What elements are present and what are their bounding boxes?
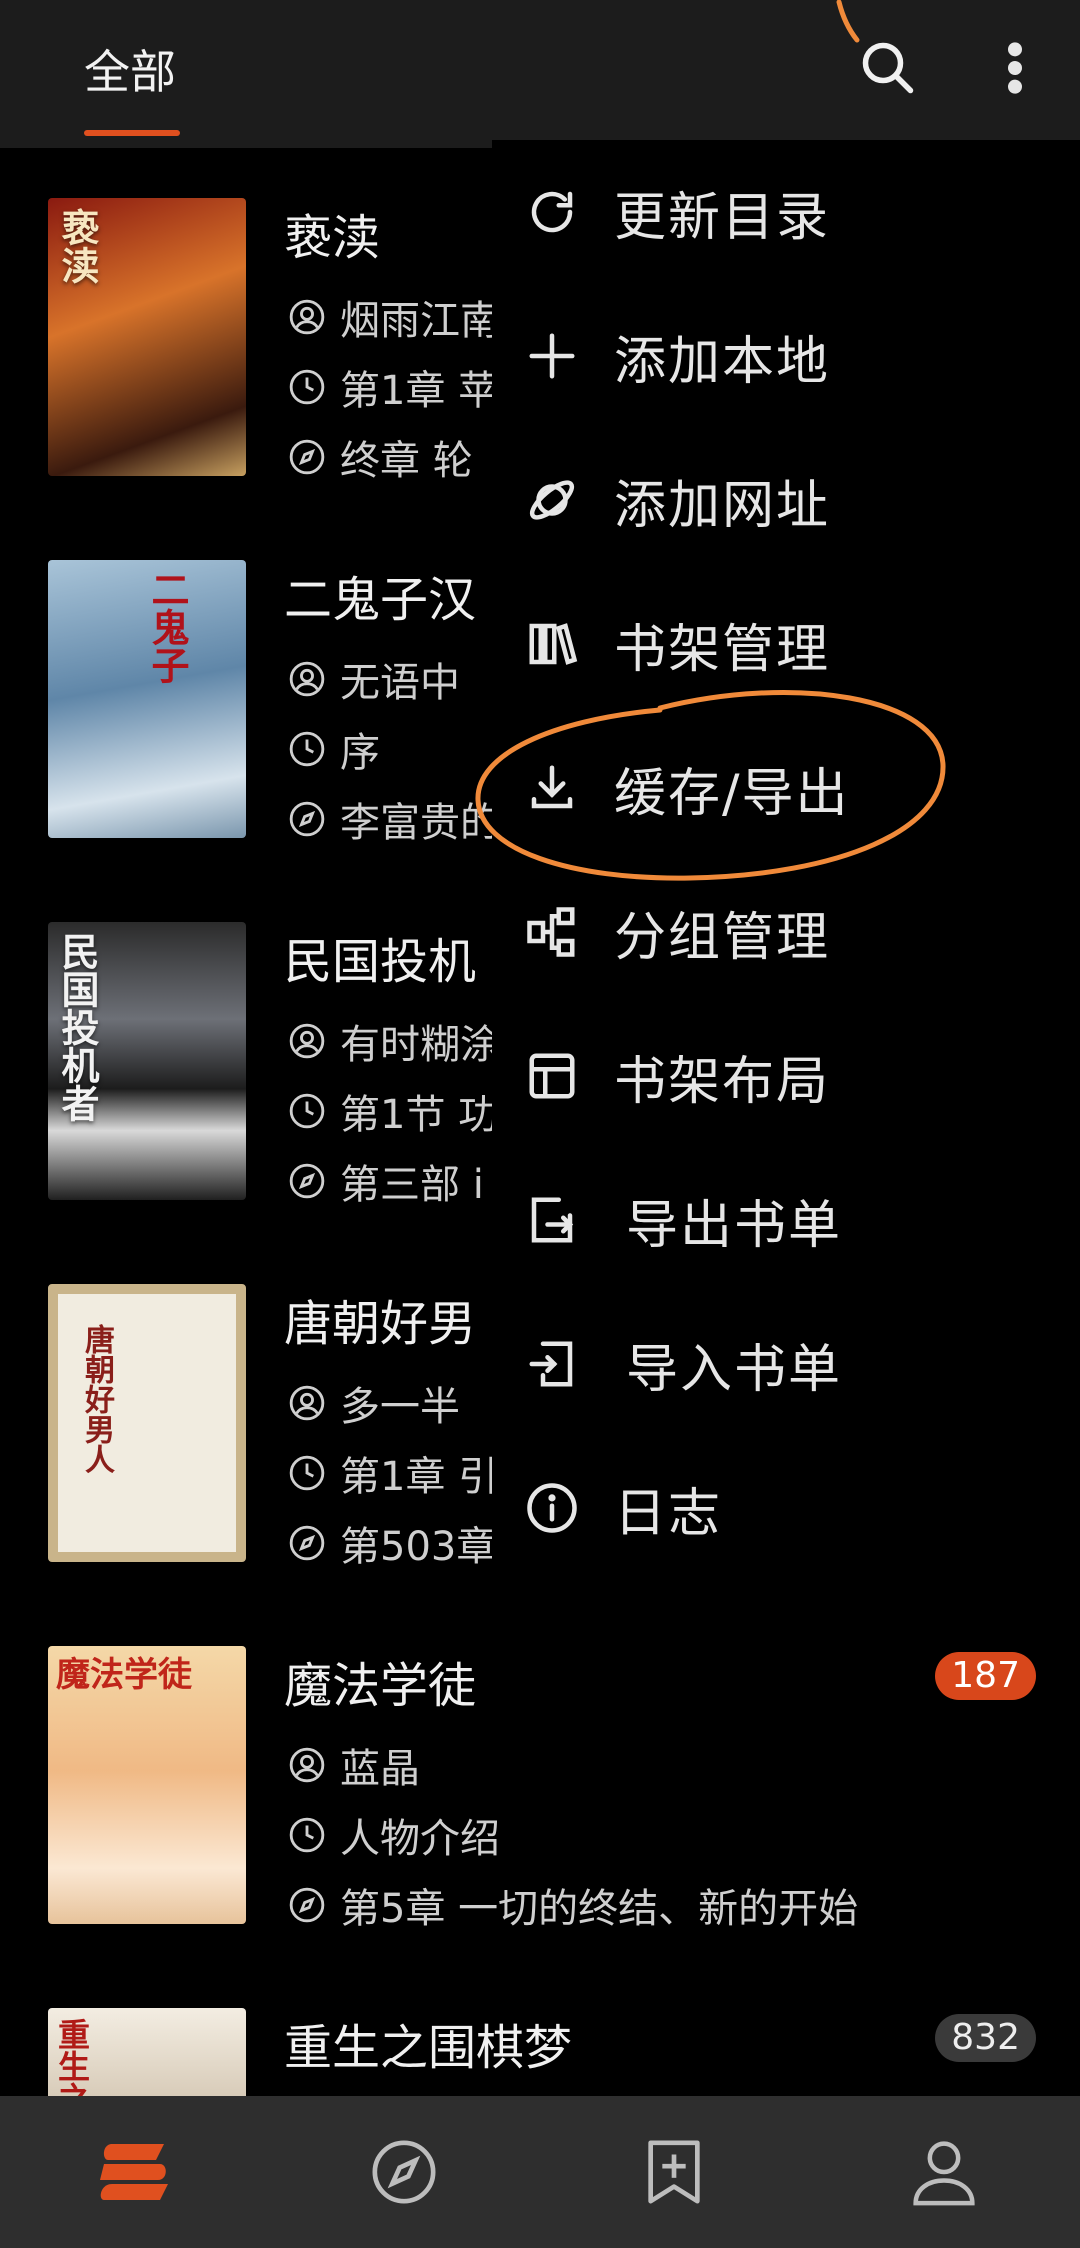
person-circle-icon bbox=[289, 661, 325, 697]
book-author: 烟雨江南 bbox=[288, 288, 500, 346]
nav-subscribe[interactable] bbox=[614, 2120, 734, 2224]
clock-icon bbox=[289, 1455, 325, 1491]
book-title: 亵渎 bbox=[284, 210, 381, 266]
bookshelf-logo-icon bbox=[100, 2144, 168, 2200]
book-latest-chapter: 终章 轮 bbox=[288, 428, 473, 486]
compass-icon bbox=[372, 2140, 436, 2204]
book-item[interactable]: 重生之 重生之围棋梦 832 bbox=[0, 1958, 1080, 2096]
book-title: 唐朝好男 bbox=[284, 1296, 477, 1352]
clock-icon bbox=[289, 369, 325, 405]
plus-icon bbox=[522, 326, 582, 386]
book-title: 魔法学徒 bbox=[284, 1658, 477, 1714]
compass-small-icon bbox=[289, 1163, 325, 1199]
compass-small-icon bbox=[289, 1887, 325, 1923]
book-title: 二鬼子汉 bbox=[284, 572, 477, 628]
book-latest-chapter: 第503章 bbox=[288, 1514, 496, 1572]
book-read-progress: 人物介绍 bbox=[288, 1806, 500, 1864]
more-options-button[interactable] bbox=[990, 32, 1040, 104]
export-icon bbox=[522, 1190, 582, 1250]
unread-count-badge: 187 bbox=[935, 1652, 1036, 1700]
planet-icon bbox=[522, 470, 582, 530]
compass-small-icon bbox=[289, 1525, 325, 1561]
book-author: 蓝晶 bbox=[288, 1736, 420, 1794]
book-latest-chapter: 李富贵的 bbox=[288, 790, 500, 848]
clock-icon bbox=[289, 731, 325, 767]
book-cover: 民国投机者 bbox=[48, 922, 246, 1200]
nav-my[interactable] bbox=[884, 2120, 1004, 2224]
person-icon bbox=[913, 2141, 975, 2206]
menu-item-add-url[interactable]: 添加网址 bbox=[492, 428, 1080, 572]
search-button[interactable] bbox=[852, 32, 924, 104]
book-author: 无语中 bbox=[288, 650, 460, 708]
person-circle-icon bbox=[289, 1747, 325, 1783]
person-circle-icon bbox=[289, 299, 325, 335]
more-vert-icon bbox=[1008, 42, 1022, 94]
book-latest-chapter: 第三部 i bbox=[288, 1152, 484, 1210]
book-cover: 亵渎 bbox=[48, 198, 246, 476]
book-author: 多一半 bbox=[288, 1374, 460, 1432]
top-app-bar: 全部 bbox=[0, 0, 1080, 148]
bookmark-add-icon bbox=[648, 2140, 700, 2204]
menu-item-update-catalog[interactable]: 更新目录 bbox=[492, 140, 1080, 284]
menu-item-group-manage[interactable]: 分组管理 bbox=[492, 860, 1080, 1004]
import-icon bbox=[522, 1334, 582, 1394]
book-author: 有时糊涂 bbox=[288, 1012, 500, 1070]
bookshelf-icon bbox=[522, 614, 582, 674]
menu-item-add-local[interactable]: 添加本地 bbox=[492, 284, 1080, 428]
overflow-menu: 更新目录 添加本地 添加网址 书架管理 缓存/导出 分组管理 书架布局 导出书单… bbox=[492, 140, 1080, 1575]
unread-count-badge: 832 bbox=[935, 2014, 1036, 2062]
book-title: 重生之围棋梦 bbox=[284, 2020, 573, 2076]
info-icon bbox=[522, 1478, 582, 1538]
nav-discover[interactable] bbox=[344, 2120, 464, 2224]
clock-icon bbox=[289, 1093, 325, 1129]
book-cover: 重生之 bbox=[48, 2008, 246, 2096]
book-latest-chapter: 第5章 一切的终结、新的开始 bbox=[288, 1876, 858, 1934]
book-read-progress: 第1章 苹 bbox=[288, 358, 498, 416]
tab-indicator bbox=[84, 130, 180, 136]
menu-item-log[interactable]: 日志 bbox=[492, 1436, 1080, 1580]
book-cover: 魔法学徒 bbox=[48, 1646, 246, 1924]
download-icon bbox=[522, 758, 582, 818]
compass-small-icon bbox=[289, 439, 325, 475]
compass-small-icon bbox=[289, 801, 325, 837]
menu-item-bookshelf-layout[interactable]: 书架布局 bbox=[492, 1004, 1080, 1148]
search-icon bbox=[862, 42, 914, 94]
clock-icon bbox=[289, 1817, 325, 1853]
menu-item-import-booklist[interactable]: 导入书单 bbox=[492, 1292, 1080, 1436]
menu-item-export-booklist[interactable]: 导出书单 bbox=[492, 1148, 1080, 1292]
layout-icon bbox=[522, 1046, 582, 1106]
book-cover: 二鬼子 bbox=[48, 560, 246, 838]
book-read-progress: 第1章 引 bbox=[288, 1444, 498, 1502]
book-cover: 唐朝好男人 bbox=[48, 1284, 246, 1562]
person-circle-icon bbox=[289, 1023, 325, 1059]
menu-item-cache-export[interactable]: 缓存/导出 bbox=[492, 716, 1080, 860]
menu-item-bookshelf-manage[interactable]: 书架管理 bbox=[492, 572, 1080, 716]
book-item[interactable]: 魔法学徒 魔法学徒 187 蓝晶 人物介绍 第5章 一切的终结、新的开始 bbox=[0, 1596, 1080, 1956]
book-title: 民国投机 bbox=[284, 934, 477, 990]
person-circle-icon bbox=[289, 1385, 325, 1421]
refresh-icon bbox=[522, 182, 582, 242]
group-icon bbox=[522, 902, 582, 962]
book-read-progress: 序 bbox=[288, 720, 380, 778]
book-read-progress: 第1节 功 bbox=[288, 1082, 498, 1140]
bottom-navigation bbox=[0, 2096, 1080, 2248]
nav-bookshelf[interactable] bbox=[74, 2120, 194, 2224]
tab-all[interactable]: 全部 bbox=[84, 36, 176, 102]
